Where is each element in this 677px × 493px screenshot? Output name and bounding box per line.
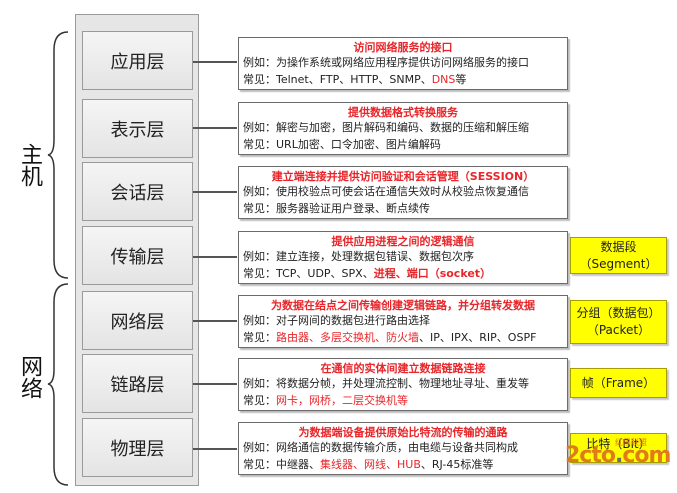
- pdu-packet: 分组（数据包） （Packet）: [570, 300, 667, 344]
- desc-common: 常见：URL加密、口令加密、图片编解码: [243, 138, 441, 151]
- desc-example: 例如：解密与加密，图片解码和编码、数据的压缩和解压缩: [243, 121, 529, 134]
- host-group-label: 主机: [17, 143, 42, 187]
- desc-title: 为数据端设备提供原始比特流的传输的通路: [298, 426, 508, 439]
- desc-common: 常见：服务器验证用户登录、断点续传: [243, 202, 430, 215]
- desc-title: 提供数据格式转换服务: [348, 106, 458, 119]
- desc-example: 例如：将数据分帧，并处理流控制、物理地址寻址、重发等: [243, 377, 529, 390]
- layer-network: 网络层: [82, 291, 193, 350]
- desc-presentation: 提供数据格式转换服务 例如：解密与加密，图片解码和编码、数据的压缩和解压缩 常见…: [238, 102, 568, 155]
- connector-presentation: [193, 127, 237, 129]
- layer-physical: 物理层: [82, 418, 193, 477]
- host-brace: [47, 31, 69, 279]
- desc-title: 提供应用进程之间的逻辑通信: [331, 235, 475, 248]
- desc-example: 例如：使用校验点可使会话在通信失效时从校验点恢复通信: [243, 185, 529, 198]
- connector-datalink: [193, 383, 237, 385]
- network-group-label: 网络: [17, 355, 42, 399]
- desc-network: 为数据在结点之间传输创建逻辑链路，并分组转发数据 例如：对子网间的数据包进行路由…: [238, 295, 568, 348]
- desc-datalink: 在通信的实体间建立数据链路连接 例如：将数据分帧，并处理流控制、物理地址寻址、重…: [238, 358, 568, 411]
- layer-transport: 传输层: [82, 226, 193, 285]
- connector-transport: [193, 256, 237, 258]
- desc-example: 例如：建立连接，处理数据包错误、数据包次序: [243, 250, 474, 263]
- desc-common: 常见：网卡，网桥，二层交换机等: [243, 394, 408, 407]
- desc-common: 常见：TCP、UDP、SPX、进程、端口（socket）: [243, 267, 492, 280]
- desc-common: 常见：路由器、多层交换机、防火墙、IP、IPX、RIP、OSPF: [243, 331, 537, 344]
- connector-application: [193, 61, 237, 63]
- desc-example: 例如：为操作系统或网络应用程序提供访问网络服务的接口: [243, 56, 529, 69]
- desc-common: 常见：Telnet、FTP、HTTP、SNMP、DNS等: [243, 73, 467, 86]
- desc-common: 常见：中继器、集线器、网线、HUB、RJ-45标准等: [243, 458, 494, 471]
- watermark-logo: 2cto.com 红黑联盟: [565, 438, 671, 468]
- network-brace: [47, 283, 69, 486]
- connector-physical: [193, 448, 237, 450]
- pdu-frame: 帧（Frame）: [570, 368, 667, 398]
- pdu-segment: 数据段 （Segment）: [570, 237, 667, 274]
- desc-example: 例如：对子网间的数据包进行路由选择: [243, 314, 430, 327]
- desc-session: 建立端连接并提供访问验证和会话管理（SESSION） 例如：使用校验点可使会话在…: [238, 166, 568, 219]
- layer-datalink: 链路层: [82, 354, 193, 413]
- layer-presentation: 表示层: [82, 99, 193, 158]
- layer-session: 会话层: [82, 162, 193, 221]
- desc-title: 访问网络服务的接口: [353, 41, 453, 54]
- layer-application: 应用层: [82, 31, 193, 90]
- desc-transport: 提供应用进程之间的逻辑通信 例如：建立连接，处理数据包错误、数据包次序 常见：T…: [238, 231, 568, 284]
- desc-title: 在通信的实体间建立数据链路连接: [320, 362, 486, 375]
- desc-physical: 为数据端设备提供原始比特流的传输的通路 例如：网络通信的数据传输介质，由电缆与设…: [238, 422, 568, 475]
- connector-session: [193, 191, 237, 193]
- desc-title: 建立端连接并提供访问验证和会话管理（SESSION）: [271, 170, 535, 183]
- desc-example: 例如：网络通信的数据传输介质，由电缆与设备共同构成: [243, 441, 518, 454]
- desc-title: 为数据在结点之间传输创建逻辑链路，并分组转发数据: [271, 299, 535, 312]
- connector-network: [193, 320, 237, 322]
- desc-application: 访问网络服务的接口 例如：为操作系统或网络应用程序提供访问网络服务的接口 常见：…: [238, 37, 568, 90]
